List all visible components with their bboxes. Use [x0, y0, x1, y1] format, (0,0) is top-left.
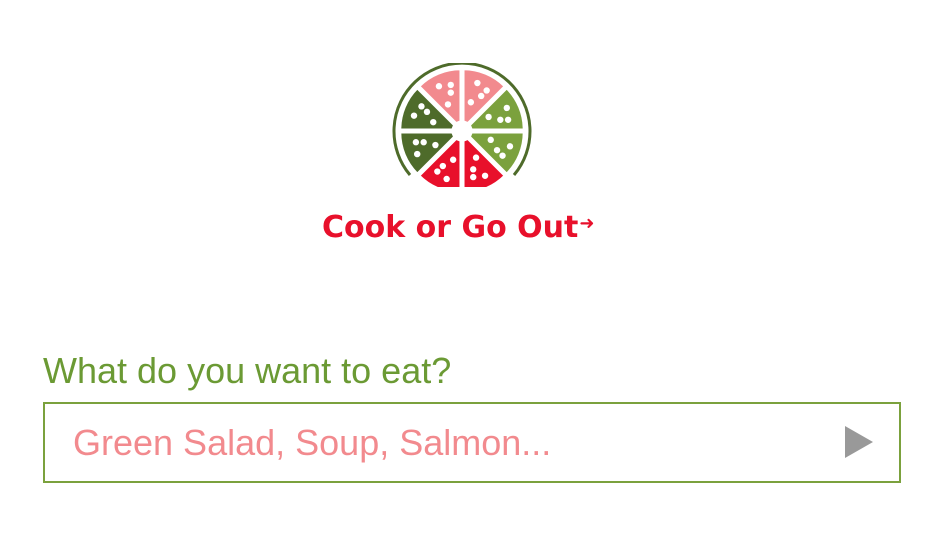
- logo-seed: [499, 152, 506, 159]
- logo-seed: [483, 87, 490, 94]
- play-arrow-icon: [845, 426, 873, 458]
- logo-seed: [443, 175, 450, 183]
- logo-seed: [423, 108, 431, 116]
- logo-seed: [447, 81, 454, 89]
- logo-seed: [506, 143, 514, 150]
- logo-seed: [412, 139, 420, 146]
- question-label: What do you want to eat?: [43, 350, 452, 391]
- brand-name: Cook or Go Out ➜: [322, 205, 632, 249]
- logo-seed: [434, 168, 441, 175]
- logo-seed: [470, 173, 477, 181]
- citrus-pizza-wheel-icon: [392, 63, 532, 187]
- logo-seed: [420, 139, 427, 146]
- logo-seed: [485, 113, 492, 121]
- logo-seed: [487, 136, 494, 144]
- logo-seed: [474, 79, 481, 87]
- logo-seed: [481, 172, 489, 179]
- logo-seed: [493, 146, 501, 154]
- logo-seed: [497, 116, 504, 123]
- logo-seed: [435, 83, 443, 90]
- brand-name-text: Cook or Go Out: [322, 209, 579, 245]
- logo-seed: [449, 156, 457, 163]
- logo-seed: [410, 112, 418, 119]
- logo-seed: [432, 141, 439, 149]
- arrow-icon: ➜: [579, 212, 595, 234]
- search-box: [43, 402, 901, 483]
- logo-seed: [503, 104, 510, 112]
- logo-seed: [467, 99, 475, 106]
- logo-seed: [444, 101, 452, 108]
- logo-seed: [418, 103, 425, 110]
- search-input[interactable]: [73, 418, 813, 468]
- logo-seed: [477, 92, 485, 100]
- logo-seed: [470, 166, 477, 173]
- logo-seed: [414, 150, 421, 158]
- logo-seed: [430, 118, 437, 126]
- logo-seed: [504, 116, 512, 123]
- logo-seed: [447, 89, 454, 96]
- logo-seed: [472, 154, 480, 161]
- brand-logo: [390, 63, 534, 187]
- submit-button[interactable]: [841, 422, 877, 462]
- logo-seed: [439, 162, 447, 170]
